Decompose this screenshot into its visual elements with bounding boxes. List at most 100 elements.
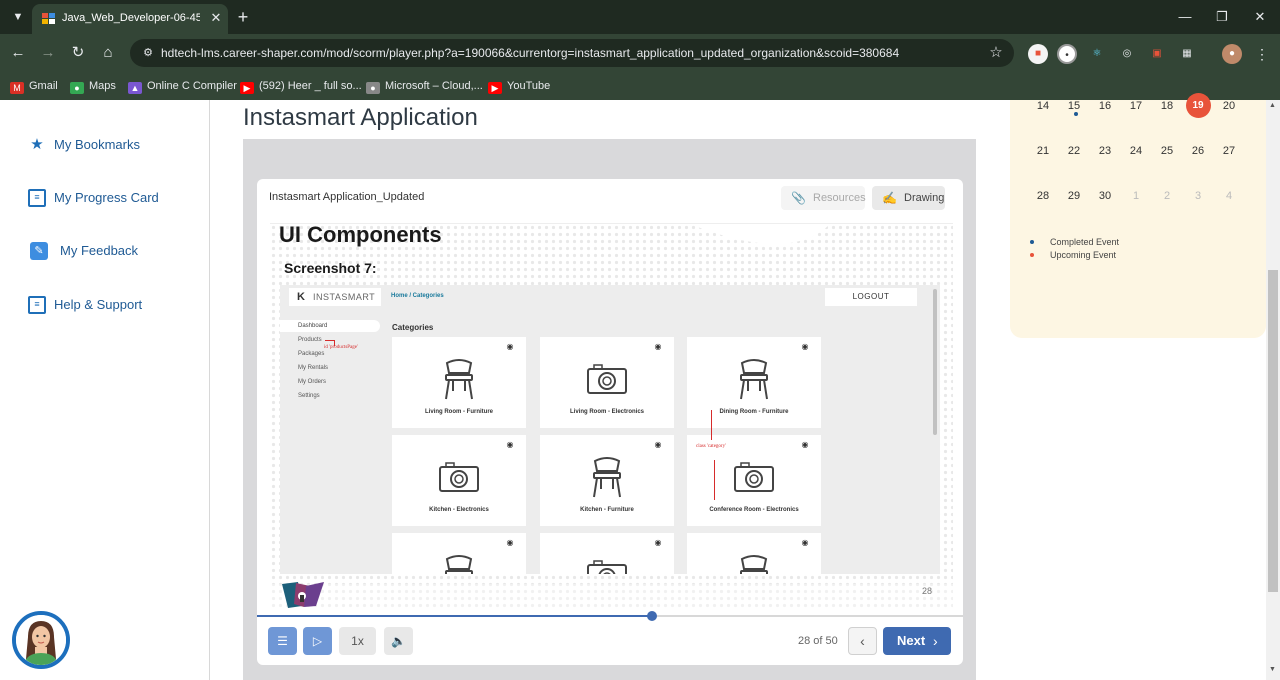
app-section-title: Categories	[392, 323, 434, 332]
react-devtools-icon[interactable]: ⚛	[1087, 44, 1107, 64]
category-card: ◉	[540, 533, 674, 574]
bookmark-microsoft[interactable]: ● Microsoft – Cloud,...	[366, 77, 483, 95]
eye-icon: ◉	[654, 342, 662, 351]
chevron-right-icon: ›	[933, 633, 938, 649]
tab-search-icon[interactable]: ▼	[8, 7, 28, 27]
calendar-day[interactable]: 16	[1092, 97, 1118, 115]
calendar-day-today[interactable]: 19	[1185, 93, 1211, 118]
calendar-day[interactable]: 4	[1216, 187, 1242, 205]
bookmark-gmail[interactable]: M Gmail	[10, 77, 58, 95]
bookmark-maps[interactable]: ● Maps	[70, 77, 116, 95]
camera-icon	[585, 357, 629, 401]
calendar-day[interactable]: 3	[1185, 187, 1211, 205]
upcoming-dot	[1030, 253, 1034, 257]
calendar-day[interactable]: 27	[1216, 142, 1242, 160]
assistant-avatar-image	[16, 615, 66, 665]
screen-capture-icon[interactable]: ▣	[1147, 44, 1167, 64]
calendar-day[interactable]: 26	[1185, 142, 1211, 160]
browser-toolbar: ← → ↻ ⌂ ⚙ hdtech-lms.career-shaper.com/m…	[0, 34, 1280, 72]
annotation-id: id 'productsPage'	[324, 345, 358, 350]
bookmark-youtube-heer[interactable]: ▶ (592) Heer _ full so...	[240, 77, 362, 95]
next-button[interactable]: Next ›	[883, 627, 951, 655]
forward-arrow-icon[interactable]: →	[38, 43, 58, 63]
assistant-avatar[interactable]	[12, 611, 70, 669]
new-tab-button[interactable]: +	[234, 8, 252, 26]
bookmark-online-c-compiler[interactable]: ▲ Online C Compiler	[128, 77, 237, 95]
category-label: Kitchen - Electronics	[429, 507, 489, 513]
calendar-day[interactable]: 18	[1154, 97, 1180, 115]
scroll-down-icon[interactable]: ▼	[1269, 666, 1276, 673]
app-logout-button: LOGOUT	[825, 288, 917, 306]
calendar-day[interactable]: 23	[1092, 142, 1118, 160]
drawing-icon: ✍	[882, 191, 897, 205]
previous-button[interactable]: ‹	[848, 627, 877, 655]
eye-icon: ◉	[801, 440, 809, 449]
calendar-day[interactable]: 17	[1123, 97, 1149, 115]
page-scrollbar[interactable]: ▲ ▼	[1266, 100, 1280, 680]
progress-handle[interactable]	[647, 611, 658, 621]
calendar-day[interactable]: 28	[1030, 187, 1056, 205]
scorm-player: Instasmart Application_Updated 📎 Resourc…	[257, 179, 963, 665]
site-info-icon[interactable]: ⚙	[140, 45, 156, 61]
browser-menu-icon[interactable]: ⋮	[1252, 44, 1272, 64]
drawing-button[interactable]: ✍ Drawing	[872, 186, 945, 210]
chevron-left-icon: ‹	[860, 633, 865, 649]
slide-page-number: 28	[922, 586, 933, 596]
volume-button[interactable]: 🔈	[384, 627, 413, 655]
color-extension-icon[interactable]: ■	[1028, 44, 1048, 64]
table-of-contents-button[interactable]: ☰	[268, 627, 297, 655]
calendar-day[interactable]: 14	[1030, 97, 1056, 115]
player-title: Instasmart Application_Updated	[269, 191, 425, 203]
slide-progress-bar[interactable]	[257, 611, 963, 621]
playback-speed-button[interactable]: 1x	[339, 627, 376, 655]
annotation-line	[711, 410, 712, 440]
bookmark-star-icon[interactable]: ☆	[986, 43, 1006, 63]
calendar-day[interactable]: 22	[1061, 142, 1087, 160]
category-card: ◉ Living Room - Furniture	[392, 337, 526, 428]
reload-icon[interactable]: ↻	[68, 43, 88, 63]
scroll-up-icon[interactable]: ▲	[1269, 102, 1276, 109]
category-label: Living Room - Electronics	[569, 409, 644, 415]
app-nav-packages: Packages	[298, 351, 325, 357]
category-card: ◉	[687, 533, 821, 574]
category-card: ◉ Living Room - Electronics	[540, 337, 674, 428]
bookmark-youtube[interactable]: ▶ YouTube	[488, 77, 550, 95]
scroll-thumb[interactable]	[1268, 270, 1278, 592]
url-text[interactable]: hdtech-lms.career-shaper.com/mod/scorm/p…	[161, 46, 981, 62]
calendar-day[interactable]: 21	[1030, 142, 1056, 160]
calendar-day[interactable]: 1	[1123, 187, 1149, 205]
app-nav-rentals: My Rentals	[298, 365, 329, 371]
chair-icon	[732, 357, 776, 401]
resources-button[interactable]: 📎 Resources	[781, 186, 866, 210]
calendar-day[interactable]: 29	[1061, 187, 1087, 205]
record-extension-icon[interactable]: ◎	[1117, 44, 1137, 64]
slide-pager: 28 of 50	[798, 635, 838, 647]
eye-icon: ◉	[801, 342, 809, 351]
chair-icon	[437, 357, 481, 401]
profile-avatar-icon[interactable]: ●	[1222, 44, 1242, 64]
minimize-icon[interactable]: —	[1173, 6, 1197, 28]
compiler-icon: ▲	[128, 82, 142, 94]
back-arrow-icon[interactable]: ←	[8, 43, 28, 63]
extension-icon[interactable]: •	[1057, 44, 1077, 64]
completed-dot	[1030, 240, 1034, 244]
window-close-icon[interactable]: ✕	[1248, 6, 1272, 28]
app-breadcrumb: Home / Categories	[391, 293, 444, 299]
browser-tab[interactable]: Java_Web_Developer-06-4538 ✕	[32, 4, 228, 34]
calendar-day[interactable]: 2	[1154, 187, 1180, 205]
maximize-icon[interactable]: ❐	[1210, 6, 1234, 28]
calendar-day[interactable]: 24	[1123, 142, 1149, 160]
calendar-day[interactable]: 25	[1154, 142, 1180, 160]
slide-canvas: UI Components Screenshot 7: K INSTASMART …	[270, 223, 953, 609]
calendar-day[interactable]: 20	[1216, 97, 1242, 115]
eye-icon: ◉	[801, 538, 809, 547]
calendar-day[interactable]: 30	[1092, 187, 1118, 205]
extensions-puzzle-icon[interactable]: ▦	[1177, 44, 1197, 64]
gmail-icon: M	[10, 82, 24, 94]
speaker-icon: 🔈	[391, 634, 406, 648]
tab-close-icon[interactable]: ✕	[208, 10, 224, 26]
play-button[interactable]: ▷	[303, 627, 332, 655]
address-bar[interactable]: ⚙ hdtech-lms.career-shaper.com/mod/scorm…	[130, 39, 1014, 67]
home-icon[interactable]: ⌂	[98, 43, 118, 63]
sidebar: ★ My Bookmarks ≡ My Progress Card ✎ My F…	[0, 100, 210, 680]
